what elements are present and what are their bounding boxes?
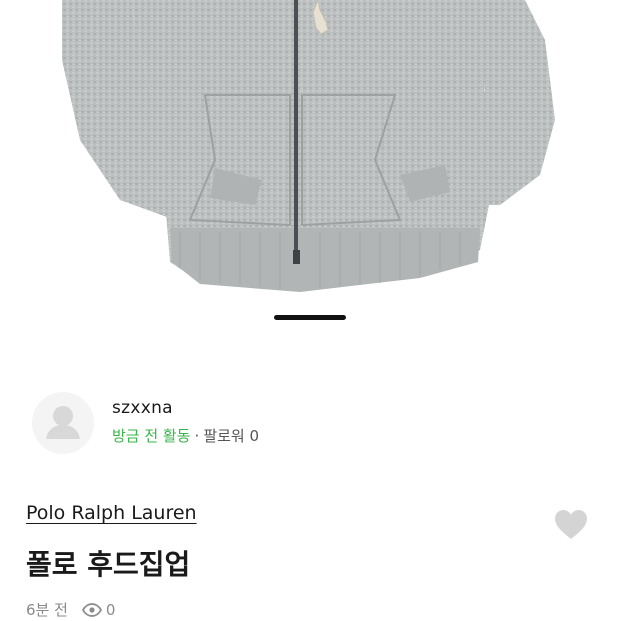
seller-meta: 방금 전 활동 · 팔로워 0 [112, 425, 259, 446]
heart-icon[interactable] [553, 508, 589, 542]
seller-profile[interactable]: szxxna 방금 전 활동 · 팔로워 0 [30, 392, 590, 454]
gray-zip-hoodie-photo [62, 0, 555, 292]
posted-time: 6분 전 [26, 601, 68, 619]
followers-label: 팔로워 [203, 427, 245, 445]
carousel-indicator[interactable] [274, 315, 346, 320]
seller-name[interactable]: szxxna [112, 398, 173, 418]
eye-icon [81, 602, 102, 617]
view-count: 0 [105, 600, 116, 619]
product-title: 폴로 후드집업 [26, 548, 191, 581]
default-avatar-icon[interactable] [32, 392, 94, 454]
followers-count: 0 [249, 427, 260, 445]
post-meta: 6분 전 0 [26, 599, 115, 620]
meta-separator: · [194, 427, 200, 445]
brand-link[interactable]: Polo Ralph Lauren [26, 502, 197, 524]
product-image[interactable] [0, 0, 620, 340]
last-activity: 방금 전 활동 [112, 427, 191, 445]
